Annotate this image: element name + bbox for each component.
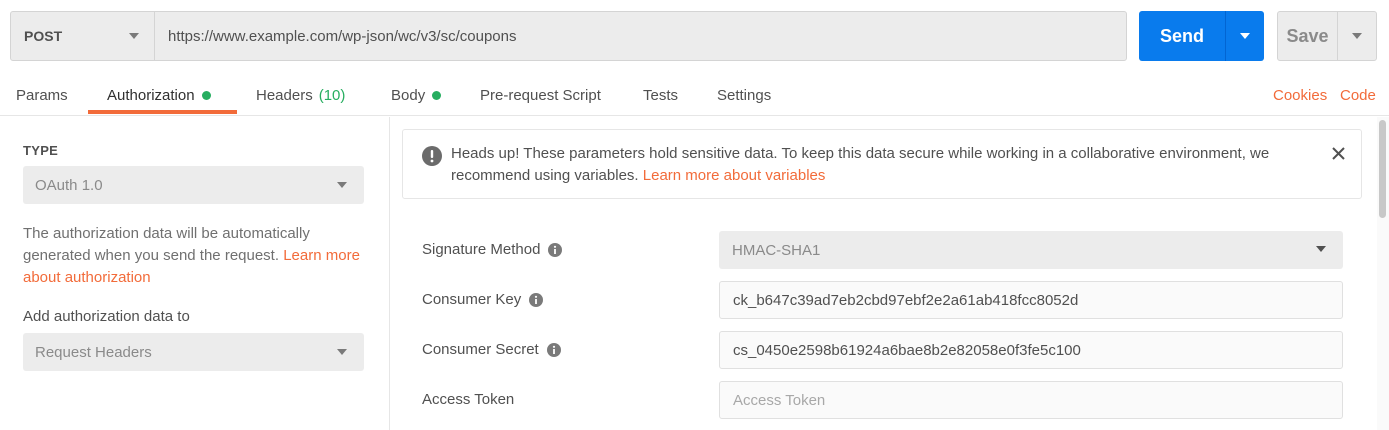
send-dropdown-button[interactable] — [1225, 11, 1264, 61]
tab-tests[interactable]: Tests — [643, 76, 678, 115]
active-tab-indicator — [88, 110, 237, 114]
signature-method-value: HMAC-SHA1 — [732, 241, 821, 259]
chevron-down-icon — [1352, 33, 1362, 39]
chevron-down-icon — [129, 33, 139, 39]
add-auth-to-label: Add authorization data to — [23, 308, 190, 325]
tab-label: Settings — [717, 87, 772, 104]
info-icon[interactable] — [546, 342, 561, 357]
save-label: Save — [1286, 25, 1329, 46]
tab-pre-request-script[interactable]: Pre-request Script — [480, 76, 601, 115]
status-dot-icon — [201, 91, 211, 100]
tab-label: Params — [16, 87, 68, 104]
sensitive-data-alert: Heads up! These parameters hold sensitiv… — [402, 129, 1362, 199]
consumer-secret-value: cs_0450e2598b61924a6bae8b2e82058e0f3fe5c… — [733, 341, 1081, 359]
chevron-down-icon — [337, 349, 347, 355]
send-label: Send — [1159, 25, 1204, 46]
auth-type-heading: TYPE — [23, 143, 59, 158]
consumer-key-label: Consumer Key — [422, 291, 544, 308]
field-label-text: Consumer Key — [422, 291, 522, 308]
close-icon[interactable] — [1332, 147, 1345, 160]
tab-label: Pre-request Script — [480, 87, 601, 104]
info-icon[interactable] — [548, 242, 563, 257]
alert-body: Heads up! These parameters hold sensitiv… — [451, 145, 1270, 184]
field-label-text: Access Token — [422, 391, 515, 408]
method-value: POST — [24, 28, 63, 44]
auth-type-value: OAuth 1.0 — [35, 176, 103, 194]
cookies-link[interactable]: Cookies — [1273, 76, 1327, 115]
auth-help-body: The authorization data will be automatic… — [23, 225, 310, 264]
consumer-secret-input[interactable]: cs_0450e2598b61924a6bae8b2e82058e0f3fe5c… — [719, 331, 1343, 369]
add-auth-to-select[interactable]: Request Headers — [23, 333, 364, 371]
field-label-text: Consumer Secret — [422, 341, 539, 358]
url-value: https://www.example.com/wp-json/wc/v3/sc… — [168, 27, 517, 45]
access-token-input[interactable]: Access Token — [719, 381, 1343, 419]
signature-method-select[interactable]: HMAC-SHA1 — [719, 231, 1343, 269]
tab-headers[interactable]: Headers (10) — [256, 76, 345, 115]
auth-type-select[interactable]: OAuth 1.0 — [23, 166, 364, 204]
alert-icon — [422, 146, 442, 166]
method-select[interactable]: POST — [10, 11, 155, 61]
consumer-key-value: ck_b647c39ad7eb2cbd97ebf2e2a61ab418fcc80… — [733, 291, 1079, 309]
save-button[interactable]: Save — [1277, 11, 1338, 61]
access-token-label: Access Token — [422, 391, 514, 408]
auth-help-text: The authorization data will be automatic… — [23, 223, 368, 289]
code-link[interactable]: Code — [1340, 76, 1376, 115]
tab-label: Tests — [643, 87, 679, 104]
tab-label: Headers — [256, 87, 313, 104]
send-button[interactable]: Send — [1139, 11, 1225, 61]
scrollbar-thumb[interactable] — [1379, 120, 1386, 218]
field-label-text: Signature Method — [422, 241, 541, 258]
headers-count: (10) — [318, 87, 346, 104]
chevron-down-icon — [1240, 33, 1250, 39]
chevron-down-icon — [1316, 246, 1326, 252]
add-auth-to-value: Request Headers — [35, 343, 152, 361]
alert-message: Heads up! These parameters hold sensitiv… — [451, 143, 1321, 187]
url-input[interactable]: https://www.example.com/wp-json/wc/v3/sc… — [154, 11, 1127, 61]
status-dot-icon — [432, 91, 442, 100]
tab-settings[interactable]: Settings — [717, 76, 771, 115]
tab-params[interactable]: Params — [16, 76, 68, 115]
consumer-secret-label: Consumer Secret — [422, 341, 561, 358]
save-dropdown-button[interactable] — [1337, 11, 1377, 61]
learn-more-variables-link[interactable]: Learn more about variables — [643, 167, 826, 184]
signature-method-label: Signature Method — [422, 241, 563, 258]
consumer-key-input[interactable]: ck_b647c39ad7eb2cbd97ebf2e2a61ab418fcc80… — [719, 281, 1343, 319]
chevron-down-icon — [337, 182, 347, 188]
tab-label: Body — [391, 87, 426, 104]
tab-body[interactable]: Body — [391, 76, 442, 115]
info-icon[interactable] — [529, 292, 544, 307]
access-token-placeholder: Access Token — [733, 391, 826, 409]
tab-label: Authorization — [107, 87, 195, 104]
